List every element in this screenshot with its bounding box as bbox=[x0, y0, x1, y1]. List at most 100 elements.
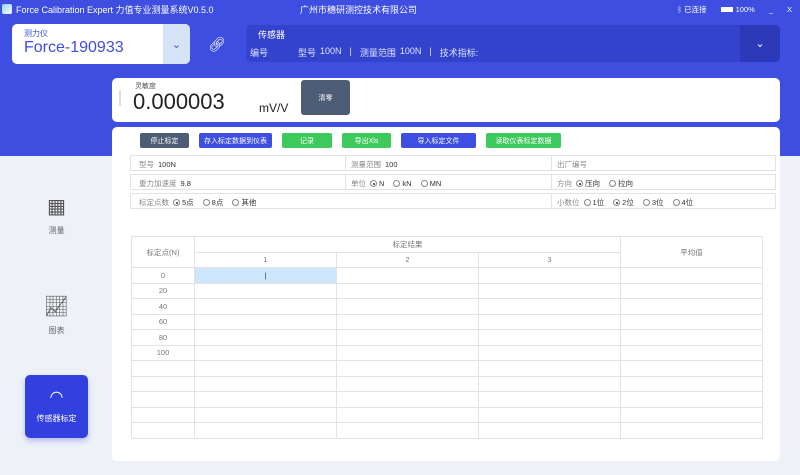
result-header: 标定结果 bbox=[194, 236, 621, 253]
meter-label: 测力仪 bbox=[24, 29, 48, 38]
import-file-button[interactable]: 导入标定文件 bbox=[401, 133, 476, 148]
result-cell[interactable] bbox=[194, 329, 337, 346]
result-cell[interactable] bbox=[336, 422, 479, 439]
run-header: 3 bbox=[478, 251, 621, 268]
point-cell: 40 bbox=[131, 298, 195, 315]
decimals-radio-4[interactable]: 4位 bbox=[672, 197, 693, 208]
sidebar-item-measure[interactable]: ▦ 测量 bbox=[25, 194, 88, 236]
result-cell[interactable] bbox=[478, 391, 621, 408]
sidebar-item-chart[interactable]: 📈︎ 图表 bbox=[25, 294, 88, 336]
point-cell bbox=[131, 422, 195, 439]
sidebar-item-sensor-calibration[interactable]: ◠ 传感器标定 bbox=[25, 375, 88, 438]
decimals-radio-3[interactable]: 3位 bbox=[642, 197, 664, 208]
sensor-panel[interactable]: 传感器 编号 型号 100N | 测量范围 100N | 技术指标: ⌄ bbox=[246, 25, 780, 62]
points-radio-8[interactable]: 8点 bbox=[202, 197, 223, 208]
table-row bbox=[131, 360, 763, 377]
sidebar: ▦ 测量 📈︎ 图表 ◠ 传感器标定 bbox=[0, 156, 110, 475]
unit-radio-kn[interactable]: kN bbox=[393, 179, 412, 188]
result-cell[interactable] bbox=[336, 267, 479, 284]
table-row: 20 bbox=[131, 282, 763, 299]
chevron-down-icon[interactable]: ⌄ bbox=[163, 24, 190, 64]
average-cell bbox=[620, 313, 763, 330]
run-header: 1 bbox=[194, 251, 337, 268]
spec-label: 技术指标: bbox=[439, 48, 479, 58]
result-cell[interactable] bbox=[194, 282, 337, 299]
result-cell[interactable] bbox=[194, 406, 337, 423]
battery-icon bbox=[720, 6, 733, 12]
unit-radio-n[interactable]: N bbox=[370, 179, 384, 188]
average-cell bbox=[620, 406, 763, 423]
result-cell[interactable] bbox=[478, 267, 621, 284]
direction-radio-press[interactable]: 压向 bbox=[576, 178, 600, 189]
result-cell[interactable] bbox=[194, 422, 337, 439]
result-cell[interactable]: | bbox=[194, 267, 337, 284]
result-cell[interactable] bbox=[336, 406, 479, 423]
result-cell[interactable] bbox=[336, 282, 479, 299]
battery-status: 100% bbox=[720, 5, 755, 14]
table-row bbox=[131, 422, 763, 439]
minimize-button[interactable]: _ bbox=[769, 5, 773, 14]
average-cell bbox=[620, 282, 763, 299]
table-row: 0 | bbox=[131, 267, 763, 284]
unit-radio-mn[interactable]: MN bbox=[420, 179, 441, 188]
table-icon: ▦ bbox=[47, 196, 66, 218]
decimals-radio-2[interactable]: 2位 bbox=[613, 197, 634, 208]
result-cell[interactable] bbox=[194, 344, 337, 361]
result-cell[interactable] bbox=[336, 375, 479, 392]
result-cell[interactable] bbox=[478, 375, 621, 392]
save-to-meter-button[interactable]: 存入标定数据到仪表 bbox=[199, 133, 272, 148]
model-value: 100N bbox=[320, 46, 342, 56]
result-cell[interactable] bbox=[478, 329, 621, 346]
record-button[interactable]: 记录 bbox=[282, 133, 332, 148]
factory-no-label: 出厂编号 bbox=[557, 160, 587, 169]
export-xls-button[interactable]: 导出Xls bbox=[342, 133, 391, 148]
result-cell[interactable] bbox=[194, 313, 337, 330]
meter-select[interactable]: 测力仪 Force-190933 ⌄ bbox=[12, 24, 190, 64]
close-button[interactable]: X bbox=[787, 5, 792, 14]
unit-label: 单位 bbox=[351, 179, 366, 188]
model-value: 100N bbox=[158, 160, 176, 169]
result-cell[interactable] bbox=[478, 422, 621, 439]
result-cell[interactable] bbox=[336, 360, 479, 377]
read-meter-data-button[interactable]: 读取仪表标定数据 bbox=[486, 133, 561, 148]
gravity-label: 重力加速度 bbox=[139, 179, 177, 188]
title-bar: Force Calibration Expert 力值专业测量系统V0.5.0 … bbox=[0, 0, 800, 18]
decimals-radio-1[interactable]: 1位 bbox=[583, 197, 604, 208]
divider: | bbox=[429, 46, 432, 56]
serial-label: 编号 bbox=[250, 48, 269, 58]
result-cell[interactable] bbox=[194, 391, 337, 408]
divider: | bbox=[349, 46, 352, 56]
result-cell[interactable] bbox=[336, 344, 479, 361]
point-cell bbox=[131, 391, 195, 408]
result-cell[interactable] bbox=[336, 329, 479, 346]
range-value: 100N bbox=[399, 46, 422, 56]
app-title: Force Calibration Expert 力值专业测量系统V0.5.0 bbox=[16, 4, 214, 15]
average-cell bbox=[620, 360, 763, 377]
result-cell[interactable] bbox=[336, 313, 479, 330]
decimals-label: 小数位 bbox=[557, 198, 580, 207]
points-radio-other[interactable]: 其他 bbox=[232, 197, 256, 208]
average-cell bbox=[620, 267, 763, 284]
result-cell[interactable] bbox=[336, 391, 479, 408]
result-cell[interactable] bbox=[478, 360, 621, 377]
result-cell[interactable] bbox=[336, 298, 479, 315]
result-cell[interactable] bbox=[478, 298, 621, 315]
stop-calibration-button[interactable]: 停止标定 bbox=[140, 133, 189, 148]
result-cell[interactable] bbox=[478, 313, 621, 330]
chevron-down-icon[interactable]: ⌄ bbox=[740, 25, 780, 62]
gravity-value: 9.8 bbox=[180, 179, 191, 188]
result-cell[interactable] bbox=[478, 282, 621, 299]
result-cell[interactable] bbox=[194, 298, 337, 315]
result-cell[interactable] bbox=[194, 360, 337, 377]
point-cell bbox=[131, 360, 195, 377]
zero-button[interactable]: 清零 bbox=[301, 80, 350, 115]
direction-radio-pull[interactable]: 拉向 bbox=[609, 178, 633, 189]
sensitivity-value: 0.000003 bbox=[133, 89, 225, 114]
line-chart-icon: 📈︎ bbox=[43, 296, 70, 318]
link-icon[interactable]: 🔗︎ bbox=[208, 36, 226, 53]
result-cell[interactable] bbox=[478, 406, 621, 423]
result-cell[interactable] bbox=[194, 375, 337, 392]
result-cell[interactable] bbox=[478, 344, 621, 361]
points-radio-5[interactable]: 5点 bbox=[173, 197, 194, 208]
average-cell bbox=[620, 422, 763, 439]
